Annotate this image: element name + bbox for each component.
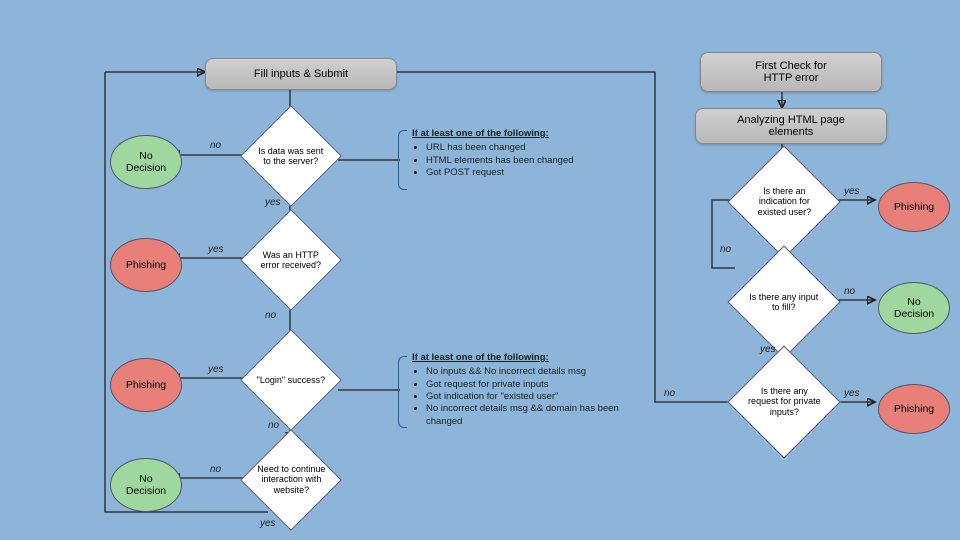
oval-no-decision: No Decision <box>878 282 950 334</box>
oval-label: Phishing <box>126 259 166 271</box>
edge-label-yes: yes <box>265 197 281 208</box>
diamond-data-sent: Is data was sent to the server? <box>240 105 342 207</box>
box-label: Fill inputs & Submit <box>254 68 348 80</box>
list-item: URL has been changed <box>426 142 622 154</box>
callout-list: URL has been changed HTML elements has b… <box>426 142 622 179</box>
oval-label: Phishing <box>126 379 166 391</box>
list-item: No inputs && No incorrect details msg <box>426 366 642 378</box>
oval-phishing: Phishing <box>878 182 950 232</box>
diamond-private-inputs: Is there any request for private inputs? <box>727 345 840 458</box>
box-first-check: First Check for HTTP error <box>700 52 882 92</box>
box-fill-inputs: Fill inputs & Submit <box>205 58 397 90</box>
callout-header: If at least one of the following: <box>412 352 642 364</box>
oval-phishing: Phishing <box>110 358 182 412</box>
list-item: No incorrect details msg && domain has b… <box>426 403 642 428</box>
oval-phishing: Phishing <box>110 238 182 292</box>
edge-label-no: no <box>720 244 731 255</box>
list-item: Got request for private inputs <box>426 379 642 391</box>
edge-label-no: no <box>664 388 675 399</box>
edge-label-no: no <box>210 140 221 151</box>
oval-label: Phishing <box>894 403 934 415</box>
box-label: Analyzing HTML page elements <box>737 114 845 138</box>
diamond-any-input: Is there any input to fill? <box>727 245 840 358</box>
edge-label-no: no <box>844 286 855 297</box>
list-item: Got POST request <box>426 167 622 179</box>
diamond-label: Is there an indication for existed user? <box>745 186 823 217</box>
oval-no-decision: No Decision <box>110 135 182 189</box>
edge-label-yes: yes <box>208 364 224 375</box>
list-item: HTML elements has been changed <box>426 155 622 167</box>
edge-label-yes: yes <box>208 244 224 255</box>
diamond-label: Is data was sent to the server? <box>256 146 326 167</box>
box-analyzing: Analyzing HTML page elements <box>695 108 887 144</box>
callout-conditions-2: If at least one of the following: No inp… <box>412 352 642 428</box>
diamond-existed-user: Is there an indication for existed user? <box>727 145 840 258</box>
box-label: First Check for HTTP error <box>755 60 827 84</box>
oval-label: Phishing <box>894 201 934 213</box>
callout-header: If at least one of the following: <box>412 128 622 140</box>
oval-label: No Decision <box>126 150 166 174</box>
list-item: Got indication for "existed user" <box>426 391 642 403</box>
edge-label-yes: yes <box>844 186 860 197</box>
edge-label-no: no <box>210 464 221 475</box>
callout-conditions-1: If at least one of the following: URL ha… <box>412 128 622 179</box>
edge-label-no: no <box>268 420 279 431</box>
diamond-label: Is there any request for private inputs? <box>745 386 823 417</box>
oval-label: No Decision <box>126 473 166 497</box>
edge-label-yes: yes <box>844 388 860 399</box>
edge-label-yes: yes <box>760 344 776 355</box>
oval-no-decision: No Decision <box>110 458 182 512</box>
diamond-label: "Login" success? <box>256 375 326 385</box>
diamond-label: Need to continue interaction with websit… <box>256 464 326 495</box>
brace-icon <box>398 356 407 428</box>
edge-label-no: no <box>265 310 276 321</box>
diamond-need-continue: Need to continue interaction with websit… <box>240 429 342 531</box>
diamond-label: Was an HTTP error received? <box>256 250 326 271</box>
diamond-label: Is there any input to fill? <box>745 292 823 313</box>
callout-list: No inputs && No incorrect details msg Go… <box>426 366 642 428</box>
diamond-http-error: Was an HTTP error received? <box>240 209 342 311</box>
oval-label: No Decision <box>894 296 934 320</box>
diamond-login-success: "Login" success? <box>240 329 342 431</box>
edge-label-yes: yes <box>260 518 276 529</box>
oval-phishing: Phishing <box>878 384 950 434</box>
brace-icon <box>398 130 407 190</box>
